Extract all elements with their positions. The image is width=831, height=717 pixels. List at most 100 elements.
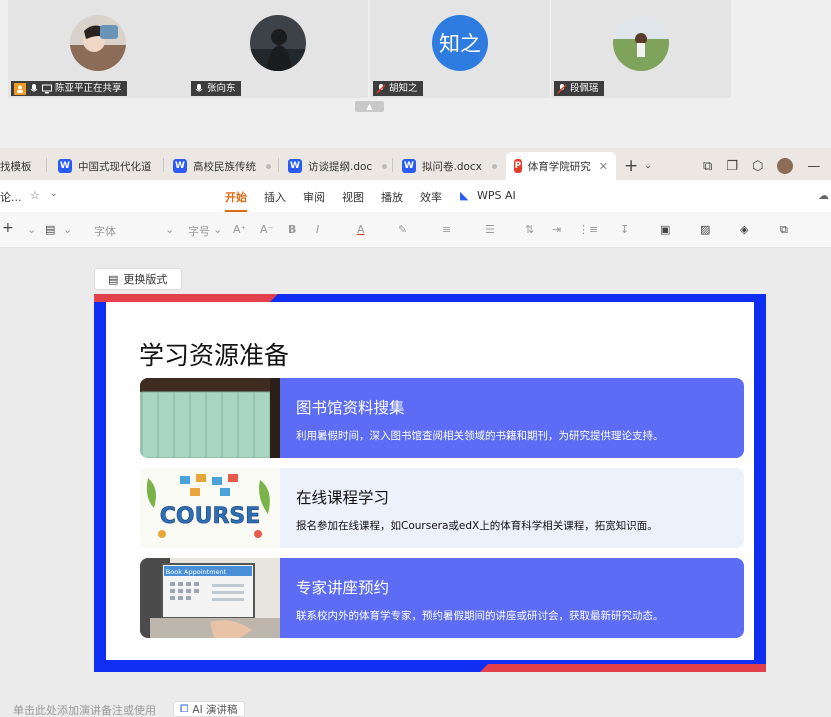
menu-efficiency[interactable]: 效率	[420, 189, 442, 205]
participant-name-label: 陈亚平正在共享	[11, 81, 127, 96]
slide[interactable]: 学习资源准备 图书馆资料搜集 利用暑假时间，深入图书馆查阅相关领域的书籍和期刊，…	[94, 294, 766, 672]
ai-speech-button[interactable]: ⧠ AI 演讲稿	[173, 701, 245, 717]
tab-label: 访谈提纲.doc	[308, 160, 373, 173]
decrease-font-icon[interactable]: A⁻	[260, 223, 273, 236]
ai-speech-label: AI 演讲稿	[192, 703, 238, 716]
slide-content: 学习资源准备 图书馆资料搜集 利用暑假时间，深入图书馆查阅相关领域的书籍和期刊，…	[106, 302, 754, 660]
tab-document[interactable]: W 拟问卷.docx	[402, 152, 497, 180]
card-description: 联系校内外的体育学专家，预约暑假期间的讲座或研讨会，获取最新研究动态。	[296, 610, 664, 622]
laptop-image: Book Appointment	[140, 558, 280, 638]
card-title: 在线课程学习	[296, 489, 390, 507]
menu-view[interactable]: 视图	[342, 189, 364, 205]
tab-templates[interactable]: 找模板	[0, 152, 32, 180]
avatar	[250, 15, 306, 71]
menu-review[interactable]: 审阅	[303, 189, 325, 205]
participant-tile[interactable]: 段佩瑶	[551, 0, 731, 98]
resource-card[interactable]: COURSE 在线课程学习 报名参加在线课程，如Coursera或edX上的体育…	[140, 468, 744, 548]
card-title: 专家讲座预约	[296, 579, 390, 597]
tab-label: 高校民族传统	[193, 160, 256, 173]
screenshot-icon[interactable]: ⧉	[703, 159, 712, 174]
participant-name: 陈亚平正在共享	[55, 83, 122, 94]
ai-icon: ⧠	[180, 702, 189, 715]
collapse-participants-button[interactable]: ▲	[355, 101, 384, 112]
card-description: 利用暑假时间，深入图书馆查阅相关领域的书籍和期刊，为研究提供理论支持。	[296, 430, 664, 442]
chevron-down-icon[interactable]: ⌄	[63, 223, 72, 236]
document-tab-bar: 找模板 W 中国式现代化道 W 高校民族传统 W 访谈提纲.doc W 拟问卷.docx…	[0, 148, 831, 180]
tab-document[interactable]: W 访谈提纲.doc	[288, 152, 388, 180]
font-family-select[interactable]: 字体	[94, 223, 116, 239]
slide-title[interactable]: 学习资源准备	[139, 336, 289, 372]
books-image	[140, 378, 280, 458]
course-text: COURSE	[160, 504, 261, 529]
chevron-down-icon[interactable]: ⌄	[27, 223, 36, 236]
bold-icon[interactable]: B	[288, 223, 296, 236]
layout-icon[interactable]: ▤	[45, 223, 55, 236]
cloud-icon[interactable]: ☁	[818, 189, 829, 202]
microphone-muted-icon	[557, 83, 567, 94]
chevron-down-icon[interactable]: ⌄	[213, 223, 222, 236]
microphone-icon	[29, 83, 39, 94]
booking-text: Book Appointment	[166, 568, 227, 576]
menu-home[interactable]: 开始	[225, 189, 247, 212]
close-icon[interactable]: ✕	[599, 160, 608, 173]
shape-icon[interactable]: ◈	[740, 223, 748, 236]
align-icon[interactable]: ≡	[442, 223, 451, 236]
text-direction-icon[interactable]: ↧	[620, 223, 629, 236]
font-size-select[interactable]: 字号	[188, 223, 210, 239]
avatar[interactable]	[777, 158, 794, 174]
resource-card[interactable]: Book Appointment 专家讲座预约 联系校内外的体育学专家，预约暑假…	[140, 558, 744, 638]
tab-presentation[interactable]: P 体育学院研究 ✕	[506, 152, 616, 180]
screen-share-icon	[42, 84, 52, 94]
speaker-notes-placeholder[interactable]: 单击此处添加演讲备注或使用	[13, 702, 156, 717]
arrange-icon[interactable]: ⧉	[780, 223, 788, 237]
card-description: 报名参加在线课程，如Coursera或edX上的体育科学相关课程，拓宽知识面。	[296, 520, 658, 532]
tab-label: 拟问卷.docx	[422, 160, 482, 173]
numbered-list-icon[interactable]: ⋮≡	[578, 223, 598, 236]
tab-label: 中国式现代化道	[78, 160, 152, 173]
add-icon[interactable]: +	[2, 220, 14, 236]
bullet-list-icon[interactable]: ☰	[485, 223, 495, 236]
italic-icon[interactable]: I	[316, 223, 319, 236]
menu-play[interactable]: 播放	[381, 189, 403, 205]
tab-document[interactable]: W 高校民族传统	[173, 152, 271, 180]
ppt-icon: P	[514, 159, 522, 173]
resource-card[interactable]: 图书馆资料搜集 利用暑假时间，深入图书馆查阅相关领域的书籍和期刊，为研究提供理论…	[140, 378, 744, 458]
star-icon[interactable]: ☆	[30, 189, 40, 202]
participants-bar: 陈亚平正在共享 张向东 知之 胡知之 段佩瑶 ▲	[0, 0, 831, 118]
menu-wps-ai[interactable]: WPS AI	[477, 189, 516, 202]
new-tab-button[interactable]: +	[624, 156, 638, 176]
increase-font-icon[interactable]: A⁺	[233, 223, 246, 236]
font-color-icon[interactable]: A	[357, 223, 365, 236]
tab-actions: + ⌄	[624, 152, 652, 180]
word-icon: W	[288, 159, 302, 173]
window-icon[interactable]: ❐	[726, 159, 738, 174]
cube-icon[interactable]: ⬡	[752, 159, 763, 174]
course-image: COURSE	[140, 468, 280, 548]
participant-tile[interactable]: 知之 胡知之	[370, 0, 550, 98]
participant-name: 胡知之	[389, 83, 418, 94]
ribbon-menu-bar: 论... ☆ ⌄ 开始 插入 审阅 视图 播放 效率 ◣ WPS AI ☁	[0, 180, 831, 212]
participant-tile[interactable]: 陈亚平正在共享	[8, 0, 188, 98]
change-layout-button[interactable]: ▤ 更换版式	[94, 268, 182, 290]
indent-icon[interactable]: ⇥	[552, 223, 561, 236]
image-icon[interactable]: ▨	[700, 223, 710, 236]
menu-insert[interactable]: 插入	[264, 189, 286, 205]
user-icon	[14, 82, 26, 95]
participant-name: 段佩瑶	[570, 83, 599, 94]
avatar	[613, 15, 669, 71]
slide-decoration	[94, 294, 289, 302]
tab-document[interactable]: W 中国式现代化道	[58, 152, 152, 180]
chevron-down-icon[interactable]: ⌄	[644, 161, 652, 171]
textbox-icon[interactable]: ▣	[660, 223, 670, 236]
minimize-icon[interactable]: —	[807, 159, 820, 174]
microphone-icon	[194, 83, 204, 94]
highlight-icon[interactable]: ✎	[398, 223, 407, 236]
chevron-down-icon[interactable]: ⌄	[165, 223, 174, 236]
line-spacing-icon[interactable]: ⇅	[525, 223, 534, 236]
participant-name-label: 张向东	[191, 81, 241, 96]
formatting-toolbar: + ⌄ ▤ ⌄ 字体 ⌄ 字号 ⌄ A⁺ A⁻ B I A ✎ ≡ ☰ ⇅ ⇥ …	[0, 212, 831, 248]
file-name[interactable]: 论...	[0, 189, 22, 205]
participant-tile[interactable]: 张向东	[188, 0, 368, 98]
word-icon: W	[173, 159, 187, 173]
chevron-down-icon[interactable]: ⌄	[50, 189, 58, 199]
